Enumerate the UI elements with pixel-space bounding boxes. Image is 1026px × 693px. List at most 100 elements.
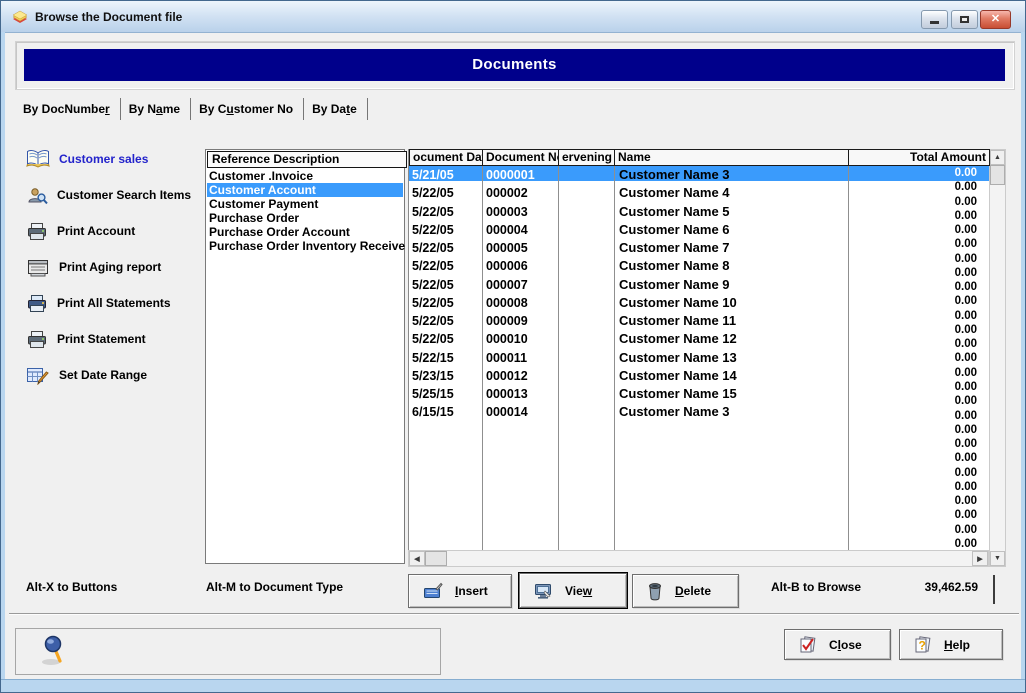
- grid-cell-name[interactable]: Customer Name 12: [619, 330, 845, 348]
- column-header-total-amount[interactable]: Total Amount: [849, 149, 990, 166]
- sidebar-item-customer-sales[interactable]: Customer sales: [26, 148, 148, 170]
- column-header-document-no[interactable]: Document No: [483, 149, 559, 166]
- grid-cell-date[interactable]: 5/22/05: [412, 184, 481, 202]
- reference-item[interactable]: Purchase Order: [207, 211, 403, 225]
- grid-cell-date[interactable]: 5/22/05: [412, 330, 481, 348]
- grid-cell-amount[interactable]: 0.00: [849, 451, 983, 465]
- grid-cell-amount[interactable]: 0.00: [849, 337, 983, 351]
- view-button[interactable]: View: [518, 572, 628, 609]
- grid-cell-amount[interactable]: 0.00: [849, 537, 983, 551]
- vertical-scroll-thumb[interactable]: [990, 165, 1005, 185]
- delete-button[interactable]: Delete: [632, 574, 739, 608]
- grid-cell-amount[interactable]: 0.00: [849, 351, 983, 365]
- grid-cell-name[interactable]: Customer Name 7: [619, 239, 845, 257]
- reference-item[interactable]: Customer Payment: [207, 197, 403, 211]
- grid-cell-date[interactable]: 5/22/15: [412, 349, 481, 367]
- grid-cell-date[interactable]: 5/22/05: [412, 203, 481, 221]
- grid-cell-amount[interactable]: 0.00: [849, 166, 983, 180]
- tab-by-docnumber[interactable]: By DocNumber: [15, 98, 121, 120]
- grid-cell-amount[interactable]: 0.00: [849, 237, 983, 251]
- insert-button[interactable]: Insert: [408, 574, 512, 608]
- grid-cell-docno[interactable]: 000004: [486, 221, 556, 239]
- grid-cell-amount[interactable]: 0.00: [849, 195, 983, 209]
- scroll-down-arrow[interactable]: ▼: [990, 551, 1005, 566]
- grid-cell-name[interactable]: Customer Name 10: [619, 294, 845, 312]
- grid-cell-docno[interactable]: 000007: [486, 276, 556, 294]
- grid-cell-name[interactable]: Customer Name 13: [619, 349, 845, 367]
- sidebar-item-print-aging-report[interactable]: Print Aging report: [26, 256, 161, 278]
- grid-cell-docno[interactable]: 000003: [486, 203, 556, 221]
- grid-cell-name[interactable]: Customer Name 3: [619, 403, 845, 421]
- sidebar-item-set-date-range[interactable]: Set Date Range: [26, 364, 147, 386]
- grid-cell-amount[interactable]: 0.00: [849, 480, 983, 494]
- grid-cell-docno[interactable]: 000006: [486, 257, 556, 275]
- reference-list-header[interactable]: Reference Description: [207, 151, 407, 168]
- grid-cell-amount[interactable]: 0.00: [849, 423, 983, 437]
- grid-cell-date[interactable]: 5/22/05: [412, 239, 481, 257]
- grid-cell-docno[interactable]: 000011: [486, 349, 556, 367]
- grid-cell-amount[interactable]: 0.00: [849, 366, 983, 380]
- grid-cell-name[interactable]: Customer Name 14: [619, 367, 845, 385]
- help-button[interactable]: ? Help: [899, 629, 1003, 660]
- grid-cell-amount[interactable]: 0.00: [849, 323, 983, 337]
- scroll-right-arrow[interactable]: ▶: [972, 551, 988, 566]
- grid-cell-name[interactable]: Customer Name 8: [619, 257, 845, 275]
- grid-cell-date[interactable]: 5/22/05: [412, 257, 481, 275]
- grid-cell-amount[interactable]: 0.00: [849, 280, 983, 294]
- reference-item[interactable]: Customer .Invoice: [207, 169, 403, 183]
- grid-cell-amount[interactable]: 0.00: [849, 394, 983, 408]
- grid-cell-date[interactable]: 5/22/05: [412, 294, 481, 312]
- grid-cell-name[interactable]: Customer Name 4: [619, 184, 845, 202]
- grid-cell-docno[interactable]: 0000001: [486, 166, 556, 184]
- grid-cell-amount[interactable]: 0.00: [849, 180, 983, 194]
- grid-cell-date[interactable]: 5/23/15: [412, 367, 481, 385]
- grid-cell-amount[interactable]: 0.00: [849, 508, 983, 522]
- grid-cell-amount[interactable]: 0.00: [849, 223, 983, 237]
- sidebar-item-print-all-statements[interactable]: Print All Statements: [26, 292, 171, 314]
- grid-cell-docno[interactable]: 000002: [486, 184, 556, 202]
- grid-cell-amount[interactable]: 0.00: [849, 494, 983, 508]
- grid-cell-name[interactable]: Customer Name 5: [619, 203, 845, 221]
- grid-cell-name[interactable]: Customer Name 3: [619, 166, 845, 184]
- grid-cell-amount[interactable]: 0.00: [849, 380, 983, 394]
- column-header-name[interactable]: Name: [615, 149, 849, 166]
- horizontal-scrollbar[interactable]: ◀ ▶: [408, 550, 989, 567]
- grid-cell-docno[interactable]: 000013: [486, 385, 556, 403]
- grid-cell-amount[interactable]: 0.00: [849, 437, 983, 451]
- sidebar-item-customer-search-items[interactable]: Customer Search Items: [26, 184, 191, 206]
- grid-cell-docno[interactable]: 000009: [486, 312, 556, 330]
- locator-panel[interactable]: [15, 628, 441, 675]
- grid-cell-date[interactable]: 5/21/05: [412, 166, 481, 184]
- grid-cell-docno[interactable]: 000005: [486, 239, 556, 257]
- grid-cell-name[interactable]: Customer Name 11: [619, 312, 845, 330]
- grid-cell-date[interactable]: 5/22/05: [412, 276, 481, 294]
- scroll-left-arrow[interactable]: ◀: [409, 551, 425, 566]
- sidebar-item-print-statement[interactable]: Print Statement: [26, 328, 146, 350]
- window-close-button[interactable]: ✕: [980, 10, 1011, 29]
- column-header-intervening[interactable]: ervening: [559, 149, 615, 166]
- grid-cell-name[interactable]: Customer Name 6: [619, 221, 845, 239]
- sidebar-item-print-account[interactable]: Print Account: [26, 220, 135, 242]
- tab-by-customer-no[interactable]: By Customer No: [191, 98, 304, 120]
- tab-by-name[interactable]: By Name: [121, 98, 191, 120]
- grid-cell-amount[interactable]: 0.00: [849, 523, 983, 537]
- grid-cell-name[interactable]: Customer Name 9: [619, 276, 845, 294]
- grid-cell-amount[interactable]: 0.00: [849, 209, 983, 223]
- close-button[interactable]: Close: [784, 629, 891, 660]
- grid-cell-amount[interactable]: 0.00: [849, 252, 983, 266]
- maximize-button[interactable]: [951, 10, 978, 29]
- horizontal-scroll-thumb[interactable]: [425, 551, 447, 566]
- grid-cell-docno[interactable]: 000012: [486, 367, 556, 385]
- tab-by-date[interactable]: By Date: [304, 98, 368, 120]
- grid-cell-date[interactable]: 5/25/15: [412, 385, 481, 403]
- grid-cell-date[interactable]: 5/22/05: [412, 221, 481, 239]
- scroll-up-arrow[interactable]: ▲: [990, 150, 1005, 165]
- reference-item[interactable]: Customer Account: [207, 183, 403, 197]
- vertical-scrollbar[interactable]: ▲ ▼: [989, 149, 1006, 567]
- grid-cell-docno[interactable]: 000010: [486, 330, 556, 348]
- grid-cell-name[interactable]: Customer Name 15: [619, 385, 845, 403]
- minimize-button[interactable]: [921, 10, 948, 29]
- grid-cell-docno[interactable]: 000014: [486, 403, 556, 421]
- grid-cell-docno[interactable]: 000008: [486, 294, 556, 312]
- column-header-document-date[interactable]: ocument Dat: [409, 149, 483, 166]
